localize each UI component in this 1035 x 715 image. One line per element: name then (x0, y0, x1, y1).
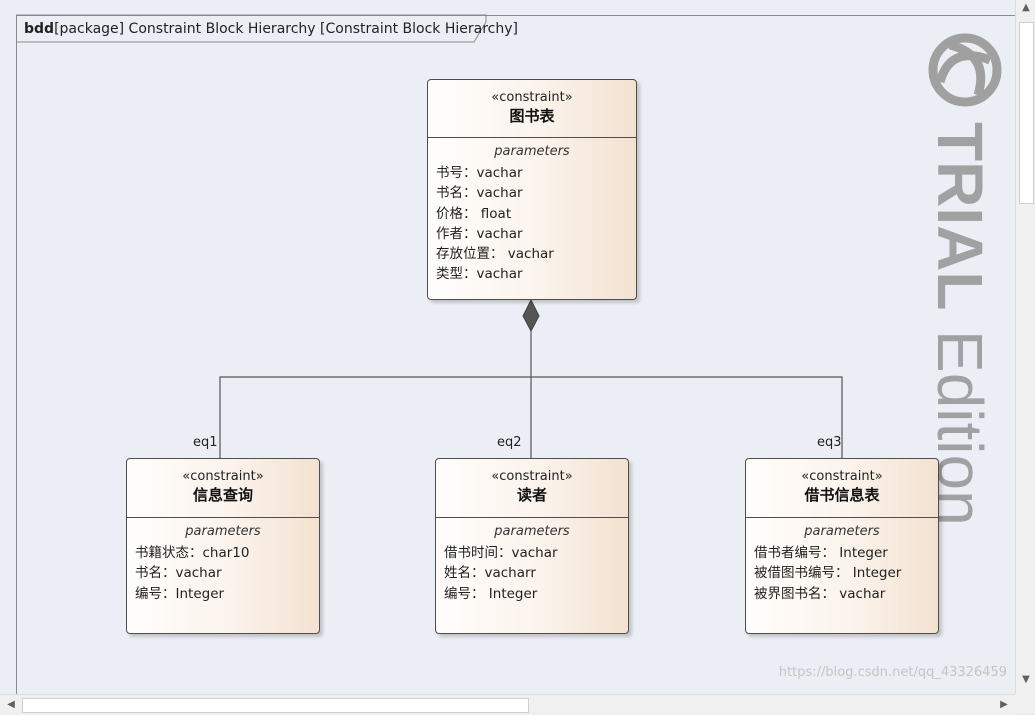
parameters-compartment-title: parameters (494, 144, 570, 159)
block-stereotype: «constraint» (182, 469, 264, 484)
scroll-right-icon[interactable]: ▶ (995, 696, 1013, 714)
block-header: «constraint» 图书表 (428, 80, 636, 138)
param-row: 姓名：vacharr (444, 565, 536, 582)
block-header: «constraint» 读者 (436, 459, 628, 518)
parameters-compartment-title: parameters (494, 524, 570, 539)
frame-title: bdd[package] Constraint Block Hierarchy … (24, 21, 518, 37)
block-name: 图书表 (509, 107, 555, 125)
block-stereotype: «constraint» (491, 90, 573, 105)
vertical-scrollbar[interactable]: ▲ ▼ (1015, 0, 1035, 694)
block-name: 读者 (516, 486, 547, 504)
block-stereotype: «constraint» (801, 469, 883, 484)
horizontal-scrollbar[interactable]: ◀ ▶ (0, 694, 1015, 715)
param-row: 借书时间：vachar (444, 545, 558, 561)
constraint-block-root[interactable]: «constraint» 图书表 parameters 书号：vachar 书名… (427, 79, 637, 300)
param-row: 存放位置： vachar (436, 246, 554, 263)
vertical-scroll-thumb[interactable] (1019, 22, 1034, 204)
watermark-url: https://blog.csdn.net/qq_43326459 (778, 665, 1007, 680)
param-row: 书籍状态：char10 (135, 545, 250, 561)
block-stereotype: «constraint» (491, 469, 573, 484)
scroll-left-icon[interactable]: ◀ (2, 696, 20, 714)
param-row: 书名：vachar (135, 565, 222, 582)
parameters-compartment-title: parameters (804, 524, 880, 539)
param-row: 类型：vachar (436, 266, 523, 283)
parameters-compartment-title: parameters (185, 524, 261, 539)
param-row: 编号：Integer (135, 585, 225, 602)
constraint-block-reader[interactable]: «constraint» 读者 parameters 借书时间：vachar 姓… (435, 458, 629, 634)
param-row: 被界图书名： vachar (754, 585, 886, 602)
param-row: 借书者编号： Integer (754, 545, 888, 561)
role-label-eq3[interactable]: eq3 (817, 435, 842, 450)
constraint-block-borrow-info[interactable]: «constraint» 借书信息表 parameters 借书者编号： Int… (745, 458, 939, 634)
constraint-block-info-query[interactable]: «constraint» 信息查询 parameters 书籍状态：char10… (126, 458, 320, 634)
param-row: 书号：vachar (436, 165, 523, 181)
horizontal-scroll-thumb[interactable] (22, 698, 529, 713)
param-row: 作者：vachar (436, 225, 523, 242)
scroll-down-icon[interactable]: ▼ (1016, 674, 1035, 692)
param-row: 编号： Integer (444, 585, 538, 602)
role-label-eq1[interactable]: eq1 (193, 435, 218, 450)
param-row: 书名：vachar (436, 185, 523, 202)
scroll-up-icon[interactable]: ▲ (1016, 2, 1035, 20)
block-name: 信息查询 (192, 486, 253, 504)
role-label-eq2[interactable]: eq2 (497, 435, 522, 450)
param-row: 被借图书编号： Integer (754, 565, 902, 582)
param-row: 价格： float (436, 205, 512, 222)
scrollbar-corner (1015, 694, 1035, 714)
diagram-canvas[interactable]: TRIAL Edition bdd[package] Constraint Bl… (0, 0, 1015, 694)
block-name: 借书信息表 (804, 486, 880, 504)
block-header: «constraint» 信息查询 (127, 459, 319, 518)
block-header: «constraint» 借书信息表 (746, 459, 938, 518)
